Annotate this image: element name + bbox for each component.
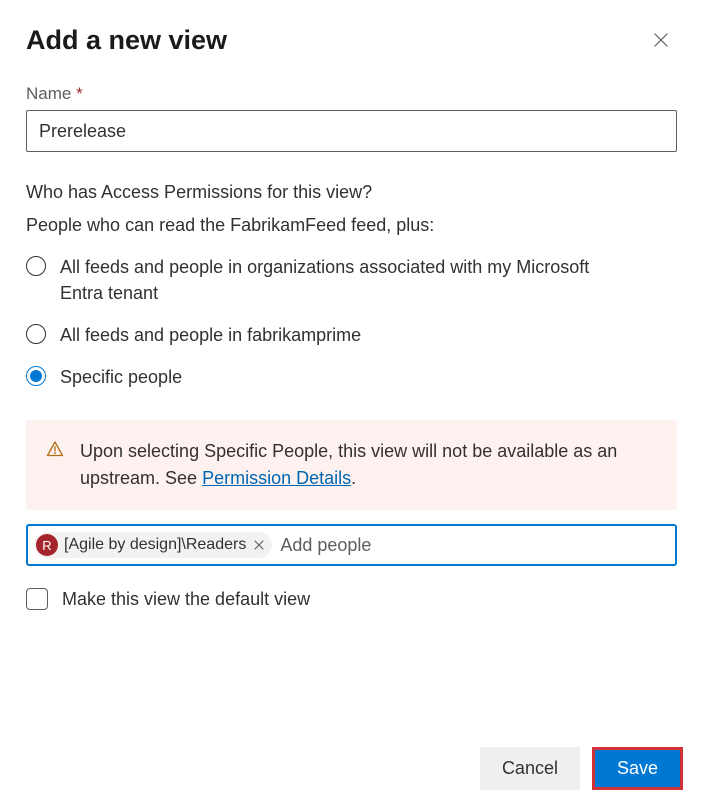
warning-info-box: Upon selecting Specific People, this vie… [26,420,677,510]
dialog-title: Add a new view [26,25,227,56]
people-chip: R [Agile by design]\Readers [34,532,272,558]
chip-remove-button[interactable] [254,537,264,553]
radio-label: All feeds and people in organizations as… [60,254,610,306]
radio-label: All feeds and people in fabrikamprime [60,322,361,348]
name-label-text: Name [26,84,71,103]
close-icon [254,540,264,550]
default-view-checkbox[interactable] [26,588,48,610]
radio-circle[interactable] [26,324,46,344]
save-button-highlight: Save [592,747,683,790]
radio-circle[interactable] [26,366,46,386]
permission-details-link[interactable]: Permission Details [202,468,351,488]
people-input[interactable] [278,531,669,560]
warning-icon [46,440,64,492]
info-text: Upon selecting Specific People, this vie… [80,438,657,492]
permissions-radio-group: All feeds and people in organizations as… [26,254,677,390]
save-button[interactable]: Save [595,750,680,787]
chip-label: [Agile by design]\Readers [64,536,246,554]
radio-option-fabrikamprime[interactable]: All feeds and people in fabrikamprime [26,322,677,348]
default-view-row[interactable]: Make this view the default view [26,588,677,610]
permissions-subtext: People who can read the FabrikamFeed fee… [26,215,677,236]
name-label: Name * [26,84,677,104]
radio-option-entra[interactable]: All feeds and people in organizations as… [26,254,677,306]
radio-option-specific[interactable]: Specific people [26,364,677,390]
required-indicator: * [76,84,83,103]
people-picker[interactable]: R [Agile by design]\Readers [26,524,677,566]
cancel-button[interactable]: Cancel [480,747,580,790]
name-input[interactable] [26,110,677,152]
info-text-trailing: . [351,468,356,488]
dialog-header: Add a new view [26,24,677,56]
avatar: R [36,534,58,556]
close-icon [654,33,668,47]
radio-label: Specific people [60,364,182,390]
dialog-footer: Cancel Save [480,747,683,790]
radio-circle[interactable] [26,256,46,276]
permissions-question: Who has Access Permissions for this view… [26,182,677,203]
close-button[interactable] [645,24,677,56]
default-view-label: Make this view the default view [62,589,310,610]
